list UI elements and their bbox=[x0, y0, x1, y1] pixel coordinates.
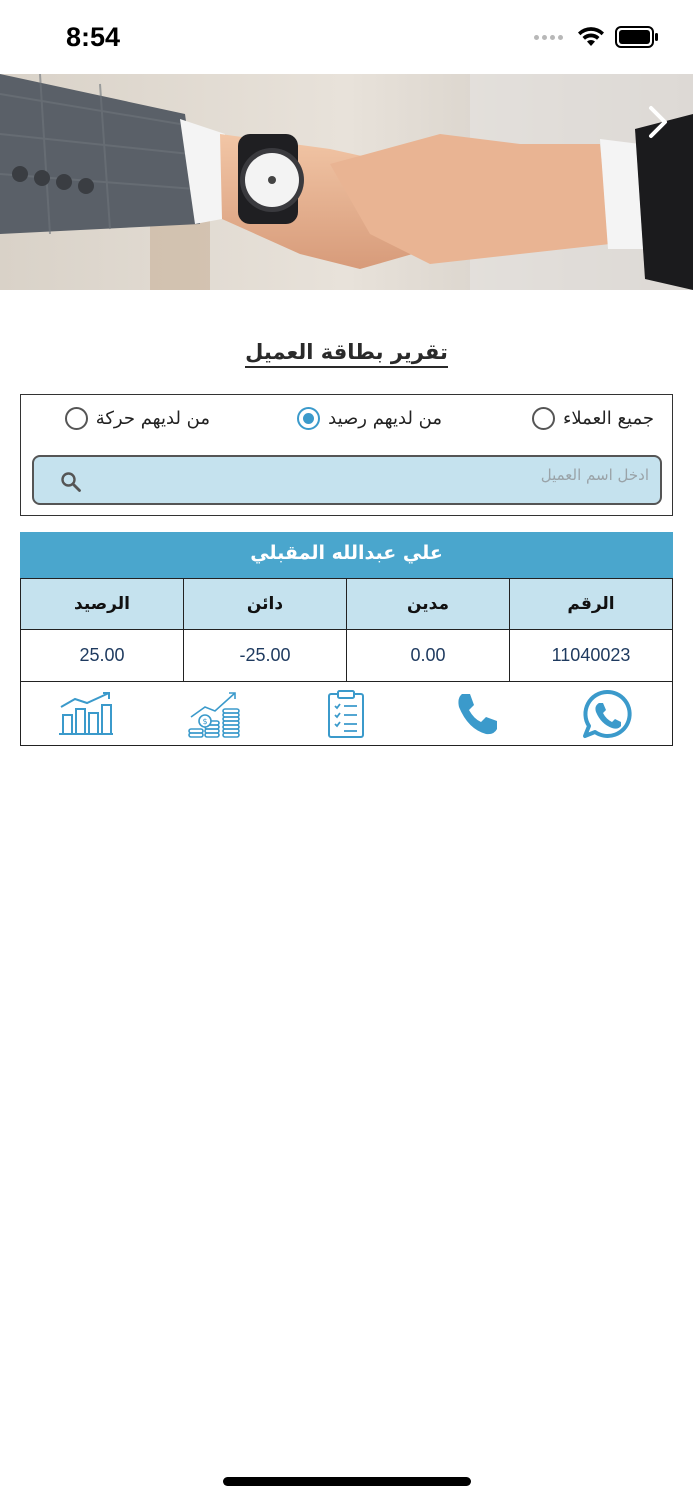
whatsapp-button[interactable] bbox=[542, 682, 672, 745]
statement-clipboard-icon bbox=[328, 689, 365, 738]
radio-all-customers-label: جميع العملاء bbox=[562, 408, 654, 429]
bar-chart-icon bbox=[59, 691, 114, 735]
customer-search-field[interactable] bbox=[32, 455, 662, 505]
cell-balance: 25.00 bbox=[20, 629, 184, 682]
radio-button-unchecked[interactable] bbox=[64, 407, 88, 430]
phone-icon bbox=[458, 693, 497, 734]
customer-name: علي عبدالله المقبلي bbox=[20, 532, 673, 578]
page-title-text: تقرير بطاقة العميل bbox=[245, 340, 448, 368]
column-header-debit: مدين bbox=[346, 578, 510, 630]
report-chart-button[interactable] bbox=[21, 682, 151, 745]
customer-search-input[interactable] bbox=[94, 457, 649, 503]
banner-image bbox=[0, 74, 693, 290]
status-icons bbox=[534, 26, 659, 48]
page-title: تقرير بطاقة العميل bbox=[0, 340, 693, 368]
radio-button-unchecked[interactable] bbox=[531, 407, 555, 430]
status-time: 8:54 bbox=[66, 22, 121, 52]
customer-filter-radio-group: جميع العملاء من لديهم رصيد من لديهم حركة bbox=[21, 407, 672, 437]
radio-button-checked[interactable] bbox=[297, 407, 321, 430]
column-header-balance: الرصيد bbox=[20, 578, 184, 630]
whatsapp-icon bbox=[582, 689, 632, 738]
cell-number: 11040023 bbox=[509, 629, 673, 682]
money-growth-icon: $ bbox=[188, 691, 241, 738]
call-button[interactable] bbox=[412, 682, 542, 745]
cell-debit: 0.00 bbox=[346, 629, 510, 682]
radio-with-balance[interactable]: من لديهم رصيد bbox=[297, 407, 442, 430]
chevron-right-icon[interactable] bbox=[643, 102, 673, 142]
customer-actions-bar: $ bbox=[20, 682, 673, 746]
radio-all-customers[interactable]: جميع العملاء bbox=[531, 407, 654, 430]
financial-growth-button[interactable]: $ bbox=[151, 682, 281, 745]
wifi-icon bbox=[578, 27, 604, 46]
filter-panel: جميع العملاء من لديهم رصيد من لديهم حركة bbox=[20, 394, 673, 516]
customer-card: علي عبدالله المقبلي الرقم مدين دائن الرص… bbox=[20, 532, 673, 746]
cell-credit: 25.00- bbox=[183, 629, 347, 682]
home-indicator[interactable] bbox=[223, 1477, 471, 1486]
svg-text:$: $ bbox=[203, 717, 208, 726]
search-icon[interactable] bbox=[60, 471, 82, 493]
radio-with-balance-label: من لديهم رصيد bbox=[328, 408, 442, 429]
cellular-signal-icon bbox=[534, 34, 563, 40]
column-header-credit: دائن bbox=[183, 578, 347, 630]
column-header-number: الرقم bbox=[509, 578, 673, 630]
radio-with-movement-label: من لديهم حركة bbox=[95, 408, 210, 429]
table-row: 11040023 0.00 25.00- 25.00 bbox=[20, 629, 673, 682]
status-bar: 8:54 bbox=[0, 0, 693, 74]
table-header-row: الرقم مدين دائن الرصيد bbox=[20, 578, 673, 630]
account-statement-button[interactable] bbox=[281, 682, 411, 745]
radio-with-movement[interactable]: من لديهم حركة bbox=[64, 407, 210, 430]
battery-icon bbox=[615, 26, 658, 48]
customer-balance-table: الرقم مدين دائن الرصيد 11040023 0.00 25.… bbox=[20, 578, 673, 682]
